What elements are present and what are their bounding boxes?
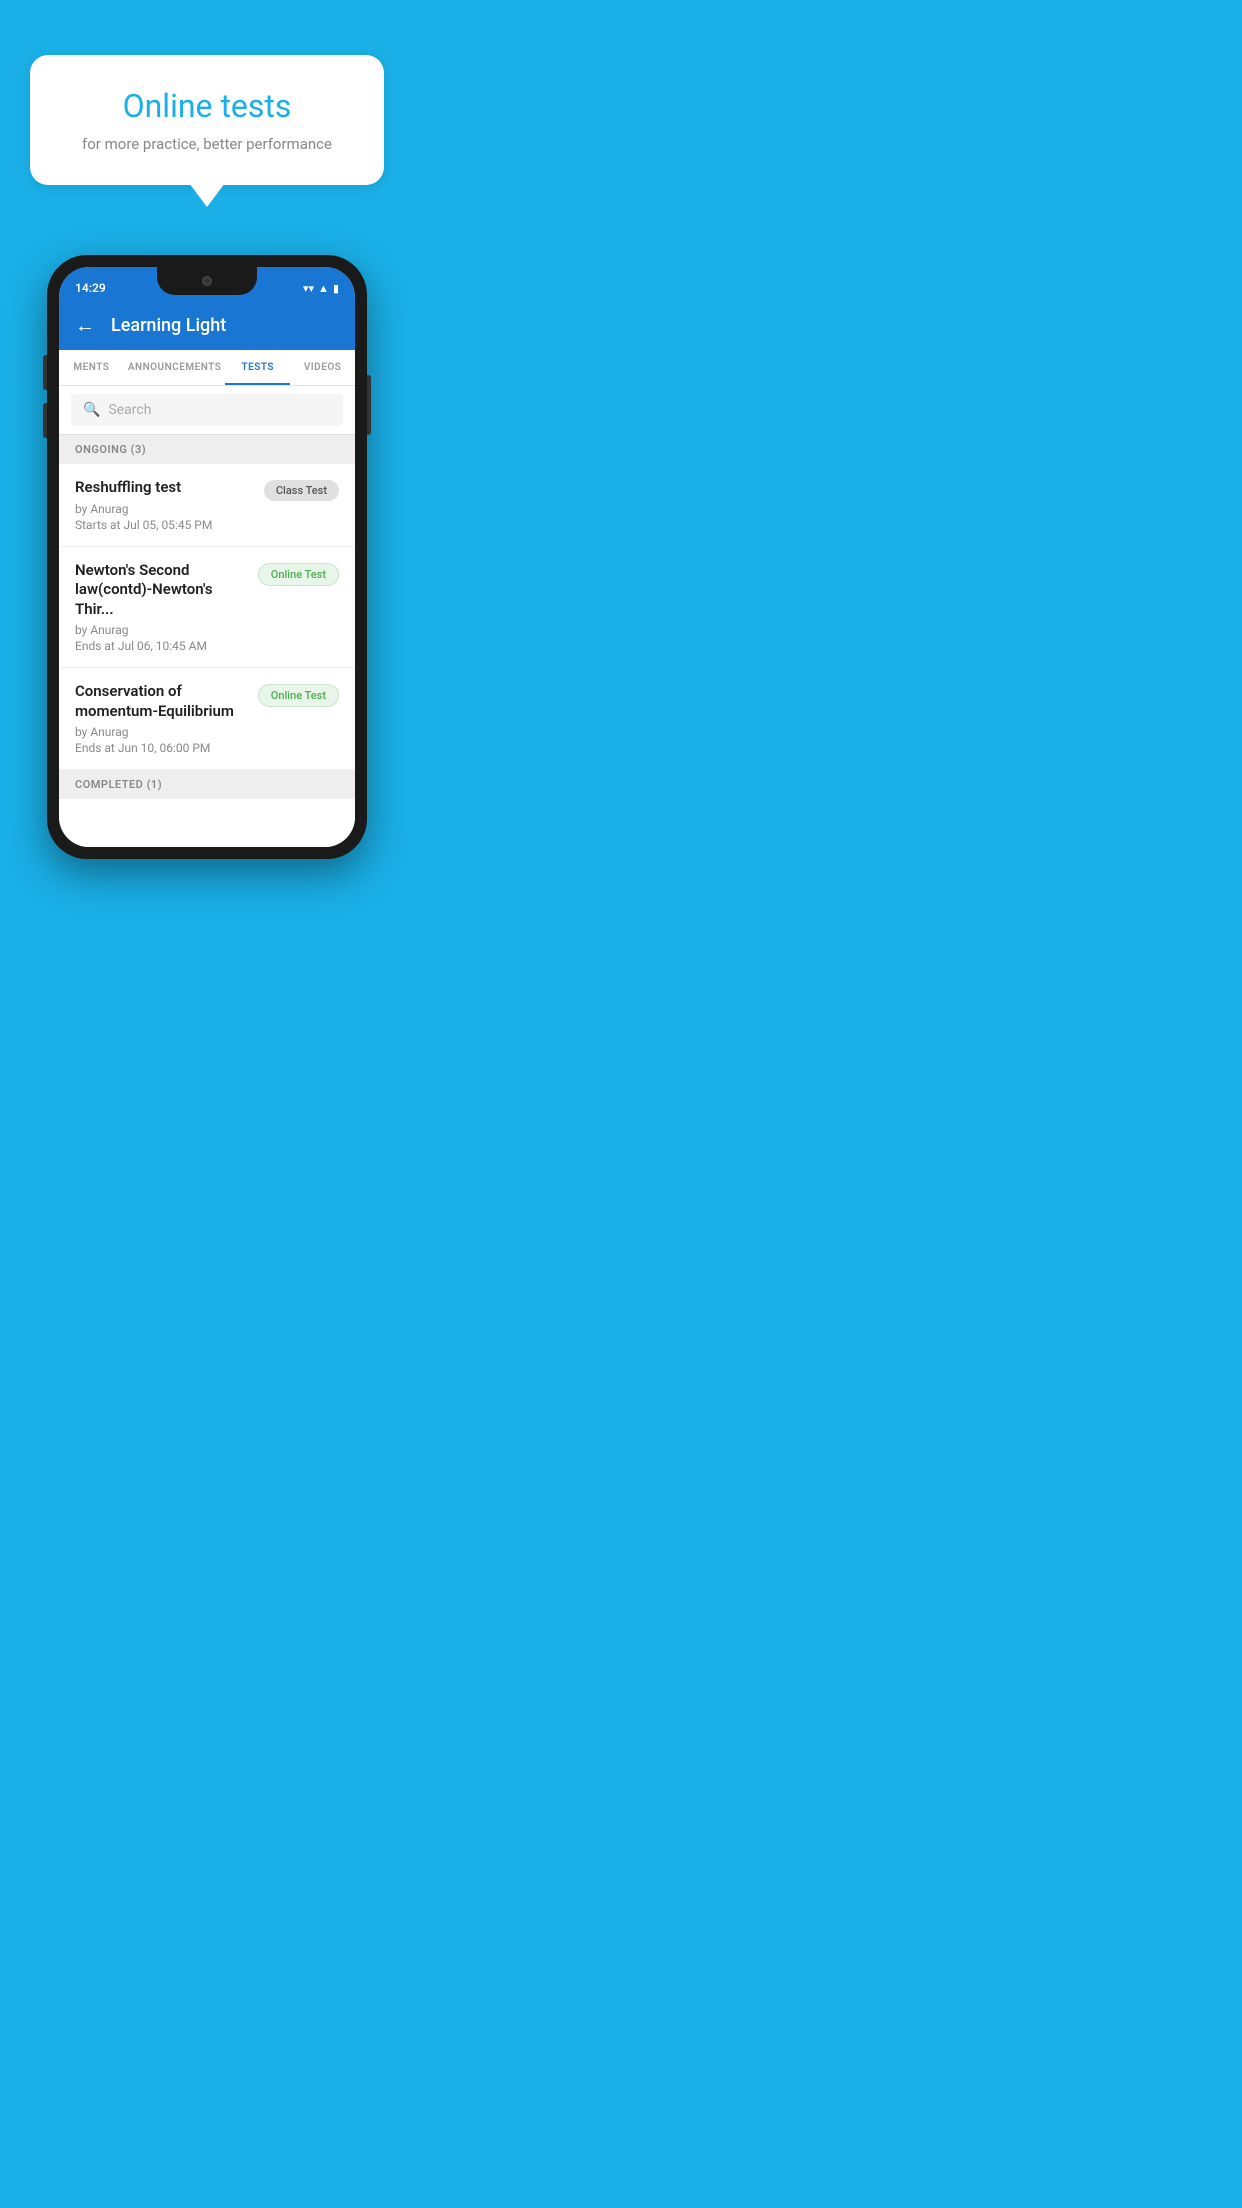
test-author-2: by Anurag	[75, 623, 248, 637]
search-placeholder: Search	[108, 402, 151, 418]
app-title: Learning Light	[111, 315, 226, 336]
test-badge-2: Online Test	[258, 563, 339, 586]
tab-announcements[interactable]: ANNOUNCEMENTS	[124, 350, 226, 385]
battery-icon: ▮	[333, 282, 339, 295]
back-button[interactable]: ←	[75, 313, 95, 338]
app-bar: ← Learning Light	[59, 303, 355, 350]
test-author-1: by Anurag	[75, 502, 254, 516]
test-badge-1: Class Test	[264, 480, 339, 501]
front-camera	[202, 276, 212, 286]
tab-videos[interactable]: VIDEOS	[290, 350, 355, 385]
test-badge-3: Online Test	[258, 684, 339, 707]
search-input-wrapper[interactable]: 🔍 Search	[71, 394, 343, 426]
wifi-icon: ▾▾	[303, 282, 314, 295]
phone-screen: 14:29 ▾▾ ▲ ▮ ← Learning Light MENTS ANNO…	[59, 267, 355, 847]
signal-icon: ▲	[318, 282, 329, 295]
tab-ments[interactable]: MENTS	[59, 350, 124, 385]
test-info-3: Conservation of momentum-Equilibrium by …	[75, 682, 258, 755]
volume-up-button	[43, 355, 47, 390]
test-author-3: by Anurag	[75, 725, 248, 739]
test-item-1[interactable]: Reshuffling test by Anurag Starts at Jul…	[59, 464, 355, 547]
search-container: 🔍 Search	[59, 386, 355, 435]
volume-down-button	[43, 403, 47, 438]
phone-frame: 14:29 ▾▾ ▲ ▮ ← Learning Light MENTS ANNO…	[47, 255, 367, 859]
test-info-1: Reshuffling test by Anurag Starts at Jul…	[75, 478, 264, 532]
test-date-1: Starts at Jul 05, 05:45 PM	[75, 518, 254, 532]
speech-bubble: Online tests for more practice, better p…	[30, 55, 384, 185]
bubble-subtitle: for more practice, better performance	[70, 135, 344, 153]
bubble-title: Online tests	[70, 87, 344, 125]
tab-tests[interactable]: TESTS	[225, 350, 290, 385]
test-info-2: Newton's Second law(contd)-Newton's Thir…	[75, 561, 258, 654]
status-icons: ▾▾ ▲ ▮	[303, 282, 339, 295]
status-time: 14:29	[75, 281, 106, 295]
tabs-bar: MENTS ANNOUNCEMENTS TESTS VIDEOS	[59, 350, 355, 386]
test-name-3: Conservation of momentum-Equilibrium	[75, 682, 248, 721]
phone-container: 14:29 ▾▾ ▲ ▮ ← Learning Light MENTS ANNO…	[0, 255, 414, 859]
search-icon: 🔍	[83, 402, 100, 418]
phone-notch	[157, 267, 257, 295]
completed-section-label: COMPLETED (1)	[59, 770, 355, 799]
test-name-1: Reshuffling test	[75, 478, 254, 498]
test-item-3[interactable]: Conservation of momentum-Equilibrium by …	[59, 668, 355, 770]
ongoing-section-label: ONGOING (3)	[59, 435, 355, 464]
test-date-2: Ends at Jul 06, 10:45 AM	[75, 639, 248, 653]
test-date-3: Ends at Jun 10, 06:00 PM	[75, 741, 248, 755]
test-name-2: Newton's Second law(contd)-Newton's Thir…	[75, 561, 248, 620]
hero-section: Online tests for more practice, better p…	[0, 0, 414, 205]
power-button	[367, 375, 371, 435]
test-item-2[interactable]: Newton's Second law(contd)-Newton's Thir…	[59, 547, 355, 669]
test-list: Reshuffling test by Anurag Starts at Jul…	[59, 464, 355, 847]
